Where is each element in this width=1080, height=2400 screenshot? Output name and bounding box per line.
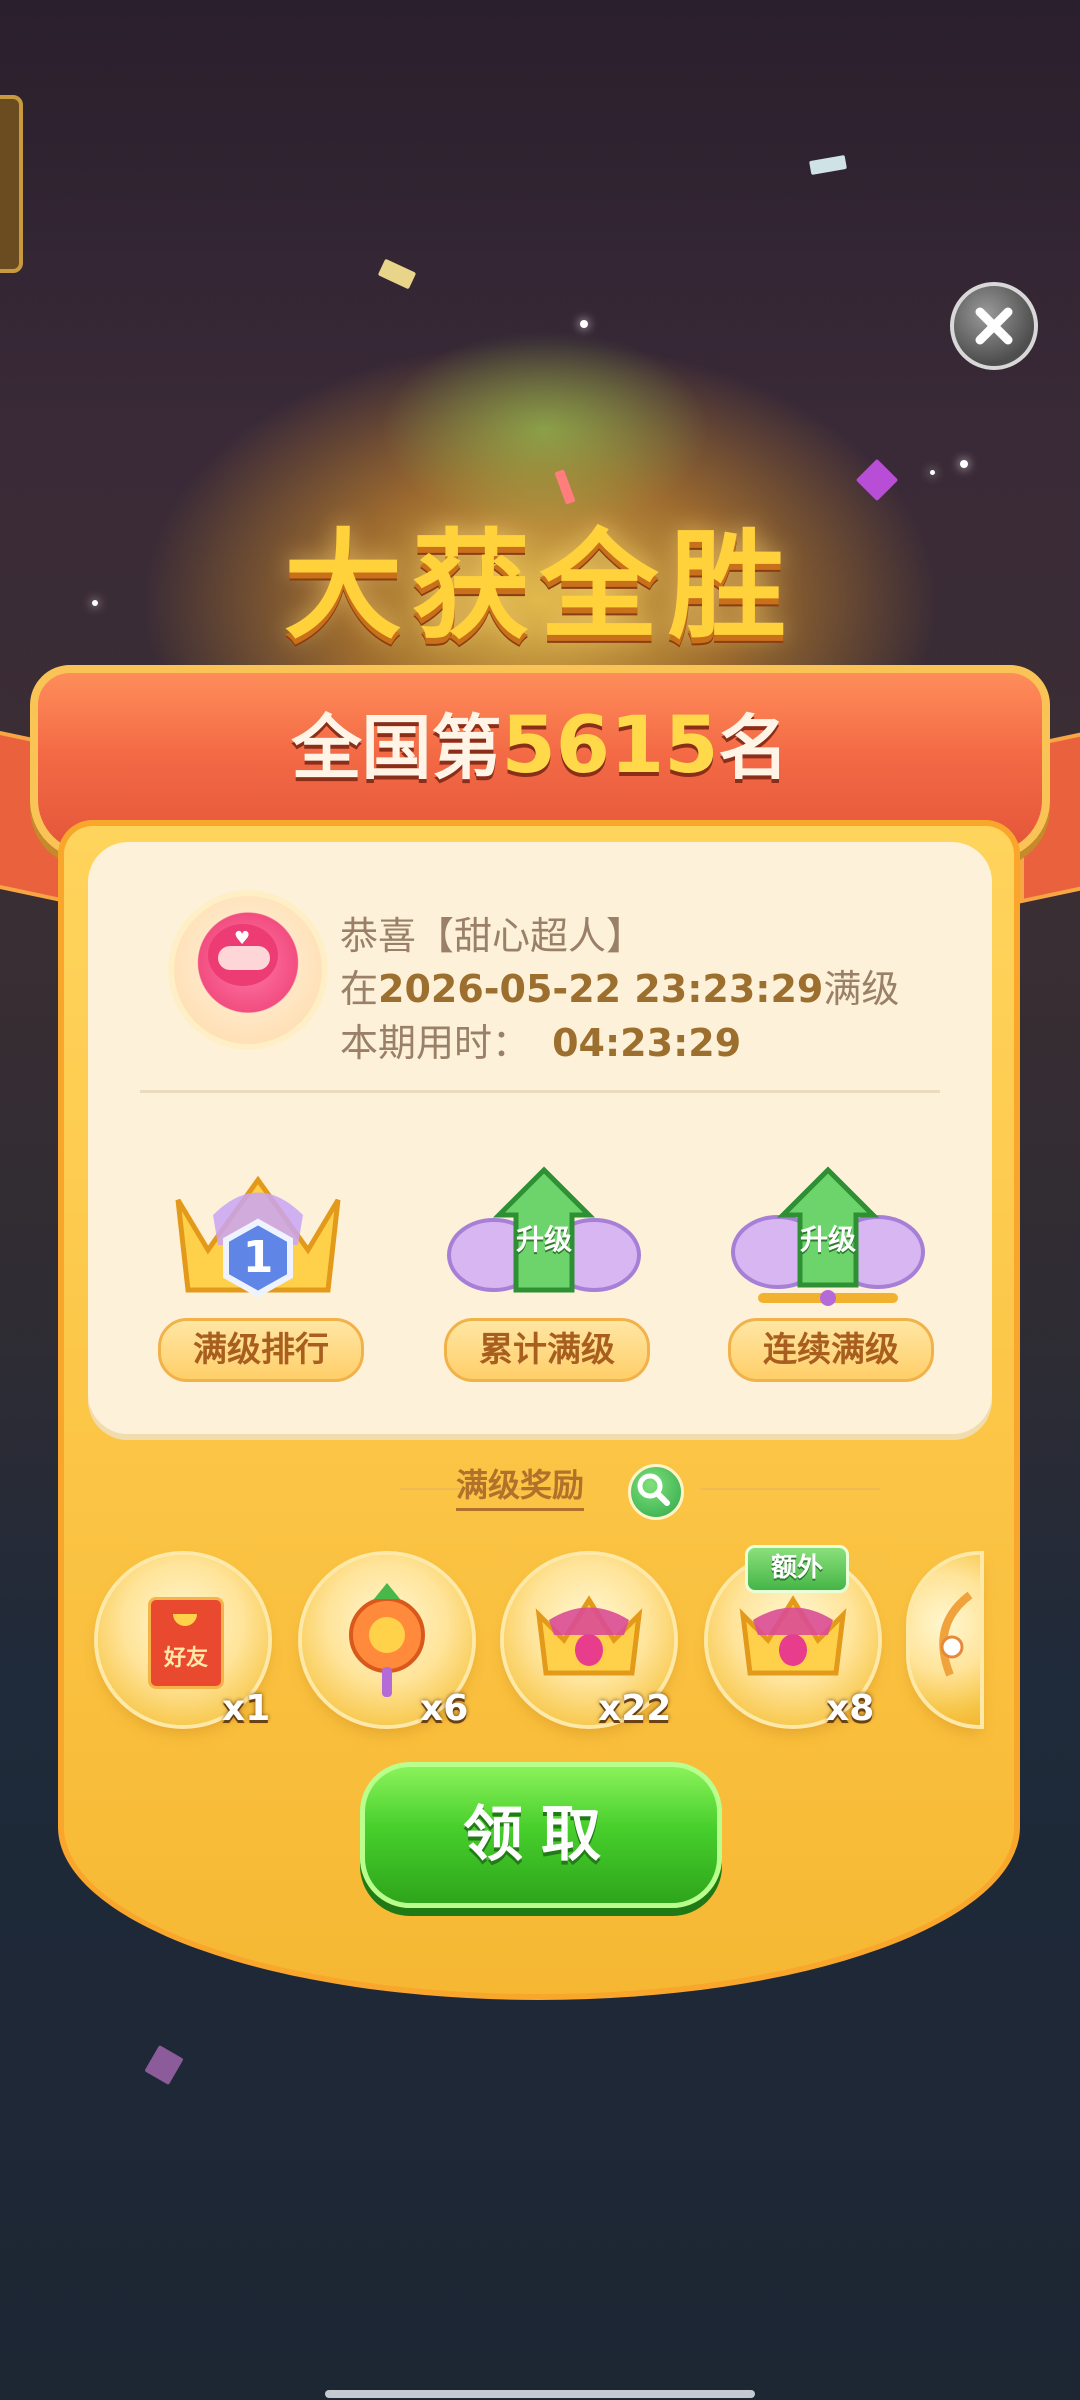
reward-count: x8	[826, 1688, 875, 1729]
close-button[interactable]	[950, 282, 1038, 370]
max-level-time: 2026-05-22 23:23:29	[378, 967, 824, 1011]
max-level-ranking-button[interactable]: 满级排行	[158, 1318, 364, 1382]
left-edge-frame	[0, 95, 23, 273]
close-icon	[975, 307, 1013, 345]
red-envelope-text: 好友	[163, 1646, 208, 1671]
partial-item-icon	[939, 1591, 973, 1677]
rank-number: 5615	[501, 701, 719, 791]
reward-title-text: 满级奖励	[455, 1466, 584, 1511]
sparkle	[960, 460, 968, 468]
reward-title: 满级奖励	[0, 1460, 1080, 1511]
confetti-piece	[809, 154, 847, 176]
reward-count: x22	[598, 1688, 672, 1729]
cumulative-max-level-button[interactable]: 累计满级	[444, 1318, 650, 1382]
home-indicator[interactable]	[325, 2390, 755, 2398]
claim-button[interactable]: 领取	[360, 1762, 722, 1908]
upgrade-badge: 升级	[515, 1223, 572, 1256]
sparkle	[930, 470, 935, 475]
confetti-piece	[144, 2045, 184, 2085]
rank-suffix: 名	[718, 707, 789, 789]
rank-text: 全国第5615名	[0, 692, 1080, 793]
avatar-visor	[218, 946, 270, 970]
consecutive-max-level-button[interactable]: 连续满级	[728, 1318, 934, 1382]
upgrade-badge: 升级	[799, 1223, 856, 1256]
rank-prefix: 全国第	[291, 707, 502, 789]
rank-badge: 1	[243, 1232, 274, 1283]
victory-title: 大获全胜	[283, 517, 796, 655]
reward-count: x6	[420, 1688, 469, 1729]
extra-badge: 额外	[745, 1545, 849, 1593]
divider	[140, 1090, 940, 1093]
max-level-time-line: 在2026-05-22 23:23:29满级	[340, 958, 899, 1013]
duration-line: 本期用时： 04:23:29	[340, 1012, 741, 1067]
duration-label: 本期用时：	[340, 1021, 531, 1065]
red-envelope-icon: 好友	[148, 1597, 224, 1689]
confetti-piece	[377, 258, 417, 290]
duration-value: 04:23:29	[552, 1021, 742, 1065]
sparkle	[580, 320, 588, 328]
reward-item[interactable]	[910, 1555, 980, 1725]
search-icon	[637, 1473, 670, 1506]
crown-rank-icon: 1	[175, 1175, 341, 1298]
time-suffix: 满级	[823, 967, 900, 1011]
reward-details-button[interactable]	[628, 1464, 684, 1520]
reward-count: x1	[222, 1688, 271, 1729]
avatar: ♥	[168, 890, 328, 1050]
heart-icon: ♥	[234, 928, 251, 949]
congrats-line: 恭喜【甜心超人】	[340, 914, 645, 958]
time-prefix: 在	[340, 967, 379, 1011]
